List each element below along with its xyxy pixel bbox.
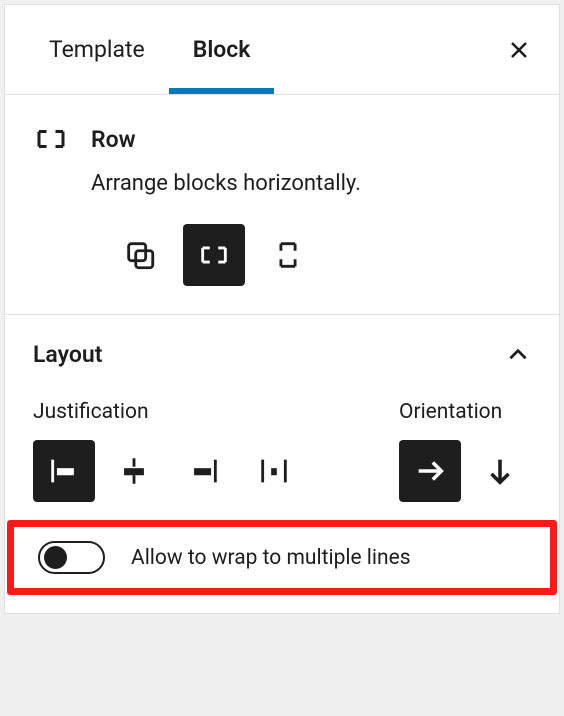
close-icon (507, 38, 531, 62)
tab-template[interactable]: Template (25, 6, 169, 93)
orientation-vertical-button[interactable] (469, 440, 531, 502)
justify-center-icon (117, 454, 151, 488)
wrap-toggle-label: Allow to wrap to multiple lines (131, 546, 411, 570)
wrap-toggle-highlight: Allow to wrap to multiple lines (7, 520, 557, 595)
block-variation-buttons (109, 224, 531, 286)
justification-label: Justification (33, 400, 305, 424)
block-info-section: Row Arrange blocks horizontally. (5, 95, 559, 315)
close-button[interactable] (499, 30, 539, 70)
arrow-down-icon (483, 454, 517, 488)
orientation-group: Orientation (399, 400, 531, 502)
justify-center-button[interactable] (103, 440, 165, 502)
layout-title: Layout (33, 341, 102, 368)
justify-right-icon (187, 454, 221, 488)
justify-right-button[interactable] (173, 440, 235, 502)
tab-block[interactable]: Block (169, 6, 275, 93)
block-title: Row (91, 126, 136, 153)
variation-row-button[interactable] (183, 224, 245, 286)
group-icon (123, 238, 157, 272)
justify-space-between-button[interactable] (243, 440, 305, 502)
inspector-tabs: Template Block (5, 5, 559, 95)
layout-section-toggle[interactable]: Layout (33, 341, 531, 368)
justify-left-icon (47, 454, 81, 488)
chevron-up-icon (505, 342, 531, 368)
block-description: Arrange blocks horizontally. (91, 171, 531, 196)
orientation-horizontal-button[interactable] (399, 440, 461, 502)
wrap-toggle[interactable] (38, 541, 105, 574)
justification-group: Justification (33, 400, 305, 502)
justify-left-button[interactable] (33, 440, 95, 502)
justify-space-between-icon (257, 454, 291, 488)
variation-group-button[interactable] (109, 224, 171, 286)
layout-section: Layout Justification (5, 315, 559, 613)
arrow-right-icon (413, 454, 447, 488)
row-block-icon (33, 121, 69, 157)
orientation-label: Orientation (399, 400, 531, 424)
variation-stack-button[interactable] (257, 224, 319, 286)
stack-icon (271, 238, 305, 272)
toggle-thumb (44, 546, 67, 569)
row-icon (197, 238, 231, 272)
